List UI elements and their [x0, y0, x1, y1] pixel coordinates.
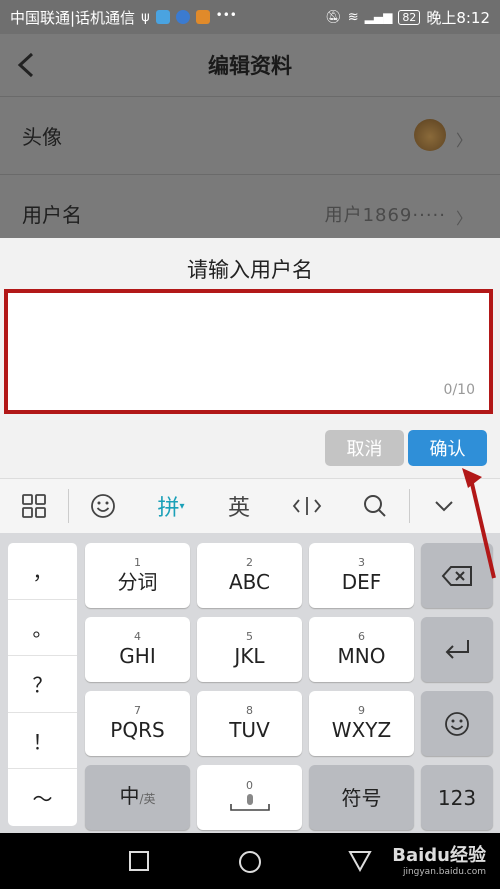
- microphone-icon: [229, 793, 270, 811]
- grid-icon[interactable]: [0, 479, 68, 534]
- username-value: 用户1869·····: [324, 205, 446, 226]
- page-title: 编辑资料: [208, 54, 292, 78]
- english-mode-button[interactable]: 英: [205, 479, 273, 534]
- square-icon[interactable]: [128, 850, 150, 872]
- emoji-key[interactable]: [421, 691, 493, 756]
- collapse-icon[interactable]: [410, 479, 478, 534]
- chat-icon: •••: [215, 8, 237, 22]
- punctuation-column: ， 。 ？ ！ ～: [8, 543, 77, 826]
- battery-icon: 82: [398, 9, 421, 25]
- lang-sub: /英: [139, 792, 156, 806]
- mute-icon: 🔕︎: [325, 9, 342, 25]
- key-label: 符号: [341, 785, 382, 810]
- lang-main: 中: [119, 784, 140, 808]
- edit-profile-page: 编辑资料 头像 〉 用户名 用户1869····· 〉: [0, 34, 500, 238]
- enter-key[interactable]: [421, 617, 493, 682]
- browser-app-icon: [175, 10, 190, 24]
- key-label: PQRS: [110, 717, 165, 742]
- chevron-left-icon[interactable]: [12, 48, 42, 82]
- chevron-right-icon: 〉: [455, 131, 472, 150]
- video-app-icon: [195, 10, 210, 24]
- signal-icon: ▂▄▆: [364, 10, 393, 24]
- watermark-text: Baidu经验: [392, 845, 486, 866]
- key-4[interactable]: 4 GHI: [85, 617, 190, 682]
- key-exclamation[interactable]: ！: [8, 713, 77, 770]
- username-input[interactable]: 0/10: [4, 289, 493, 414]
- row-avatar[interactable]: 头像 〉: [0, 96, 500, 174]
- key-label: DEF: [341, 569, 382, 594]
- key-number: 5: [246, 629, 253, 643]
- key-6[interactable]: 6 MNO: [309, 617, 414, 682]
- key-number: 1: [134, 555, 141, 569]
- row-label: 头像: [22, 125, 62, 149]
- keyboard: ， 。 ？ ！ ～ 1 分词 2 ABC 3 DEF 4 GHI 5 JKL 6…: [0, 533, 500, 833]
- carrier-text: 中国联通|话机通信: [10, 8, 136, 27]
- key-label: GHI: [119, 643, 156, 668]
- key-number: 4: [134, 629, 141, 643]
- space-key[interactable]: 0: [197, 765, 302, 830]
- chevron-right-icon: 〉: [455, 209, 472, 228]
- dialog-title: 请输入用户名: [187, 258, 313, 282]
- shield-app-icon: [155, 10, 170, 24]
- key-number: 3: [358, 555, 365, 569]
- system-nav-bar: Baidu经验 jingyan.baidu.com: [0, 833, 500, 889]
- numbers-key[interactable]: 123: [421, 765, 493, 830]
- key-number: 7: [134, 703, 141, 717]
- key-number: 2: [246, 555, 253, 569]
- pinyin-mode-button[interactable]: 拼 ▾: [137, 479, 205, 534]
- key-9[interactable]: 9 WXYZ: [309, 691, 414, 756]
- cursor-icon[interactable]: [273, 479, 341, 534]
- key-label: JKL: [234, 643, 265, 668]
- key-period[interactable]: 。: [8, 600, 77, 657]
- key-1[interactable]: 1 分词: [85, 543, 190, 608]
- key-label: WXYZ: [331, 717, 392, 742]
- key-7[interactable]: 7 PQRS: [85, 691, 190, 756]
- key-number: 9: [358, 703, 365, 717]
- key-5[interactable]: 5 JKL: [197, 617, 302, 682]
- clock-text: 晚上8:12: [426, 8, 490, 27]
- key-label: ABC: [228, 569, 270, 594]
- circle-icon[interactable]: [238, 850, 262, 874]
- key-label: MNO: [337, 643, 386, 668]
- key-3[interactable]: 3 DEF: [309, 543, 414, 608]
- symbols-key[interactable]: 符号: [309, 765, 414, 830]
- key-comma[interactable]: ，: [8, 543, 77, 600]
- key-label: 分词: [117, 569, 158, 594]
- language-switch-key[interactable]: 中/英: [85, 765, 190, 830]
- status-bar: 中国联通|话机通信 ψ ••• 🔕︎ ≋ ▂▄▆ 82 晚上8:12: [0, 0, 500, 34]
- pinyin-label: 拼: [157, 496, 180, 521]
- username-dialog: 请输入用户名 0/10 取消 确认: [0, 238, 500, 478]
- usb-icon: ψ: [141, 9, 150, 25]
- header: 编辑资料: [0, 34, 500, 96]
- emoji-icon[interactable]: [69, 479, 137, 534]
- key-8[interactable]: 8 TUV: [197, 691, 302, 756]
- key-number: 0: [246, 778, 253, 792]
- avatar: [414, 119, 446, 151]
- key-number: 8: [246, 703, 253, 717]
- baidu-watermark: Baidu经验 jingyan.baidu.com: [392, 841, 486, 877]
- key-label: TUV: [229, 717, 270, 742]
- key-2[interactable]: 2 ABC: [197, 543, 302, 608]
- keyboard-toolbar: 拼 ▾ 英: [0, 478, 500, 533]
- confirm-button[interactable]: 确认: [408, 430, 487, 466]
- backspace-icon: [441, 565, 472, 586]
- key-number: 6: [358, 629, 365, 643]
- search-icon[interactable]: [341, 479, 409, 534]
- backspace-key[interactable]: [421, 543, 493, 608]
- key-question[interactable]: ？: [8, 656, 77, 713]
- cancel-button[interactable]: 取消: [325, 430, 404, 466]
- watermark-sub: jingyan.baidu.com: [402, 867, 486, 877]
- char-counter: 0/10: [443, 382, 475, 398]
- row-label: 用户名: [22, 203, 82, 227]
- key-tilde[interactable]: ～: [8, 769, 77, 826]
- key-label: 123: [437, 785, 477, 810]
- enter-icon: [445, 639, 469, 659]
- wifi-icon: ≋: [347, 9, 359, 25]
- triangle-back-icon[interactable]: [348, 850, 372, 872]
- emoji-icon: [445, 711, 469, 736]
